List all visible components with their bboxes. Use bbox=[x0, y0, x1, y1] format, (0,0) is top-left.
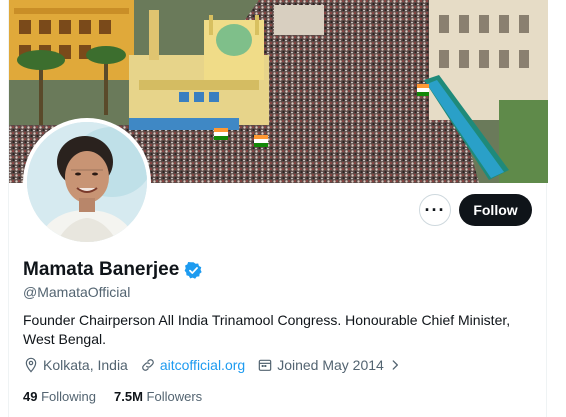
profile-handle: @MamataOfficial bbox=[23, 284, 131, 300]
profile-name: Mamata Banerjee bbox=[23, 259, 180, 280]
location-pin-icon bbox=[25, 357, 37, 373]
followers-count: 7.5M bbox=[114, 389, 143, 404]
followers-stat[interactable]: 7.5M Followers bbox=[114, 389, 202, 404]
profile-joined: Joined May 2014 bbox=[257, 357, 406, 373]
profile-joined-text: Joined May 2014 bbox=[277, 357, 384, 373]
profile-stats: 49 Following 7.5M Followers bbox=[23, 389, 220, 404]
follow-button-label: Follow bbox=[473, 202, 518, 218]
following-count: 49 bbox=[23, 389, 38, 404]
more-options-label: ··· bbox=[424, 200, 446, 220]
chevron-right-icon[interactable] bbox=[388, 358, 402, 372]
profile-card: ··· Follow Mamata Banerjee @MamataOffici… bbox=[8, 0, 548, 417]
follow-button[interactable]: Follow bbox=[459, 194, 532, 226]
link-icon bbox=[142, 359, 154, 371]
profile-name-row: Mamata Banerjee bbox=[23, 259, 203, 281]
profile-location-text: Kolkata, India bbox=[43, 357, 128, 373]
profile-location: Kolkata, India bbox=[23, 357, 128, 373]
profile-bio: Founder Chairperson All India Trinamool … bbox=[23, 312, 511, 347]
profile-avatar[interactable] bbox=[23, 118, 151, 246]
following-label: Following bbox=[41, 389, 97, 404]
following-stat[interactable]: 49 Following bbox=[23, 389, 96, 404]
followers-label: Followers bbox=[146, 389, 203, 404]
profile-meta: Kolkata, India aitcofficial.org Joined M… bbox=[23, 357, 418, 373]
verified-badge-icon[interactable] bbox=[184, 261, 203, 280]
calendar-icon bbox=[258, 359, 272, 371]
more-options-button[interactable]: ··· bbox=[419, 194, 451, 226]
profile-website-link[interactable]: aitcofficial.org bbox=[160, 357, 245, 373]
profile-website[interactable]: aitcofficial.org bbox=[140, 357, 245, 373]
